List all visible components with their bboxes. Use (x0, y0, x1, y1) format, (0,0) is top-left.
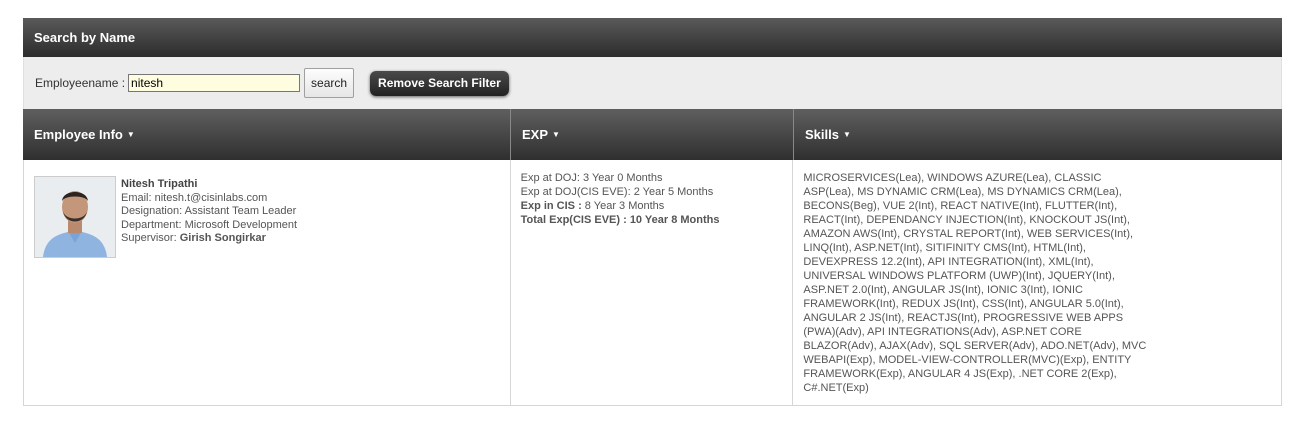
employee-designation-line: Designation: Assistant Team Leader (121, 205, 297, 219)
designation-label: Designation: (121, 205, 183, 217)
email-label: Email: (121, 191, 152, 204)
department-label: Department: (121, 218, 182, 231)
employee-designation: Assistant Team Leader (184, 205, 297, 217)
employee-details: Nitesh Tripathi Email: nitesh.t@cisinlab… (121, 178, 297, 394)
column-header-skills[interactable]: Skills ▼ (794, 109, 1282, 160)
exp-doj-line: Exp at DOJ: 3 Year 0 Months (521, 171, 783, 185)
column-header-exp[interactable]: EXP ▼ (511, 109, 794, 160)
skills-list: MICROSERVICES(Lea), WINDOWS AZURE(Lea), … (803, 172, 1147, 394)
employee-supervisor: Girish Songirkar (179, 232, 266, 244)
column-label: EXP (522, 127, 549, 142)
exp-in-cis-value: 8 Year 3 Months (584, 200, 665, 212)
employee-email: nitesh.t@cisinlabs.com (154, 191, 268, 204)
exp-doj-value: 3 Year 0 Months (582, 172, 663, 184)
exp-total-label: Total Exp(CIS EVE) : (520, 214, 627, 226)
employee-email-line: Email: nitesh.t@cisinlabs.com (121, 192, 297, 206)
search-row: Employeename : search Remove Search Filt… (23, 57, 1282, 109)
employee-supervisor-line: Supervisor: Girish Songirkar (121, 232, 297, 246)
exp-in-cis-label: Exp in CIS : (520, 200, 582, 212)
caret-down-icon: ▼ (126, 130, 135, 139)
employee-info-cell: Nitesh Tripathi Email: nitesh.t@cisinlab… (24, 160, 511, 405)
employeename-input[interactable] (128, 74, 301, 92)
employee-photo (34, 176, 116, 258)
exp-in-cis-line: Exp in CIS : 8 Year 3 Months (521, 199, 783, 213)
exp-total-line: Total Exp(CIS EVE) : 10 Year 8 Months (521, 213, 783, 227)
employeename-label: Employeename : (35, 76, 126, 90)
employee-department-line: Department: Microsoft Development (121, 219, 297, 233)
panel-title: Search by Name (23, 18, 1282, 57)
exp-total-value: 10 Year 8 Months (629, 214, 720, 226)
person-photo-icon (35, 177, 115, 257)
column-header-employee-info[interactable]: Employee Info ▼ (23, 109, 511, 160)
search-button[interactable]: search (304, 68, 355, 98)
column-label: Skills (805, 127, 839, 142)
search-panel: Search by Name Employeename : search Rem… (23, 18, 1282, 406)
table-row: Nitesh Tripathi Email: nitesh.t@cisinlab… (23, 160, 1282, 406)
exp-doj-cis-value: 2 Year 5 Months (633, 186, 714, 198)
table-header: Employee Info ▼ EXP ▼ Skills ▼ (23, 109, 1282, 160)
employee-name: Nitesh Tripathi (121, 178, 198, 190)
caret-down-icon: ▼ (842, 130, 851, 139)
exp-doj-cis-line: Exp at DOJ(CIS EVE): 2 Year 5 Months (521, 185, 783, 199)
caret-down-icon: ▼ (552, 130, 560, 139)
exp-cell: Exp at DOJ: 3 Year 0 Months Exp at DOJ(C… (511, 160, 794, 405)
exp-doj-label: Exp at DOJ: (520, 172, 580, 184)
remove-search-filter-button[interactable]: Remove Search Filter (370, 70, 509, 96)
exp-doj-cis-label: Exp at DOJ(CIS EVE): (520, 186, 631, 198)
employee-department: Microsoft Development (184, 218, 298, 231)
supervisor-label: Supervisor: (121, 232, 177, 244)
column-label: Employee Info (34, 127, 123, 142)
skills-cell: MICROSERVICES(Lea), WINDOWS AZURE(Lea), … (793, 160, 1281, 405)
